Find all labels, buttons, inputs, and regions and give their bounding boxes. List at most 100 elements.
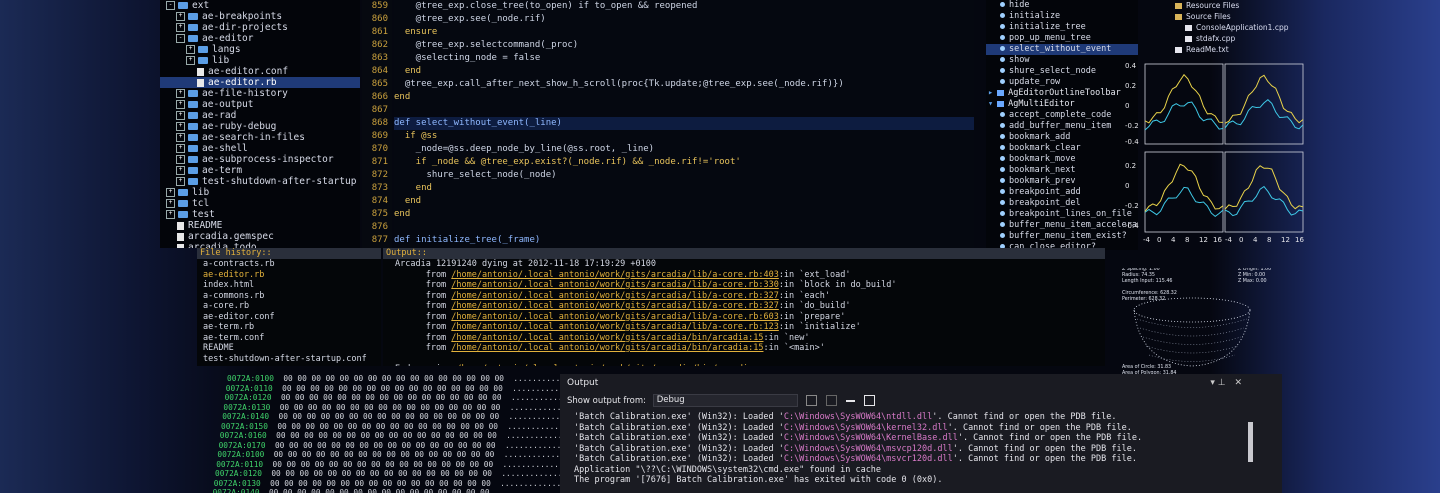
outline-item[interactable]: breakpoint_lines_on_file xyxy=(986,209,1138,220)
tree-item[interactable]: README xyxy=(160,220,360,231)
expand-toggle-icon[interactable]: + xyxy=(176,177,185,186)
file-history-item[interactable]: test-shutdown-after-startup.conf xyxy=(197,354,381,365)
outline-item[interactable]: buffer_menu_item_accelerator xyxy=(986,220,1138,231)
outline-item[interactable]: initialize xyxy=(986,11,1138,22)
code-line[interactable]: end xyxy=(394,65,974,78)
file-history-panel[interactable]: File history:: a-contracts.rb ae-editor.r… xyxy=(197,248,381,366)
outline-item[interactable]: ▾ AgMultiEditor xyxy=(986,99,1138,110)
find-icon[interactable] xyxy=(826,395,838,406)
tree-item[interactable]: + ae-term xyxy=(160,165,360,176)
expand-toggle-icon[interactable]: + xyxy=(176,122,185,131)
code-line[interactable]: _node=@ss.deep_node_by_line(@ss.root, _l… xyxy=(394,143,974,156)
code-line[interactable]: @tree_exp.call_after_next_show_h_scroll(… xyxy=(394,78,974,91)
outline-item[interactable]: bookmark_move xyxy=(986,154,1138,165)
file-history-item[interactable]: a-core.rb xyxy=(197,301,381,312)
close-icon[interactable]: ✕ xyxy=(1234,378,1242,388)
tree-item[interactable]: + lib xyxy=(160,55,360,66)
code-line[interactable]: shure_select_node(_node) xyxy=(394,169,974,182)
solution-item[interactable]: Source Files xyxy=(1165,11,1305,22)
outline-item[interactable]: ▸ AgEditorOutlineToolbar xyxy=(986,88,1138,99)
code-line[interactable]: end xyxy=(394,208,974,221)
solution-item[interactable]: ConsoleApplication1.cpp xyxy=(1165,22,1305,33)
code-line[interactable]: @tree_exp.close_tree(to_open) if to_open… xyxy=(394,0,974,13)
output-file-link[interactable]: /home/antonio/.local_antonio/work/gits/a… xyxy=(451,280,779,290)
output-file-link[interactable]: /home/antonio/.local_antonio/work/gits/a… xyxy=(451,322,779,332)
code-editor[interactable]: @tree_exp.close_tree(to_open) if to_open… xyxy=(394,0,974,248)
outline-item[interactable]: bookmark_add xyxy=(986,132,1138,143)
solution-item[interactable]: Resource Files xyxy=(1165,0,1305,11)
expand-toggle-icon[interactable]: - xyxy=(166,1,175,10)
tree-item[interactable]: + langs xyxy=(160,44,360,55)
expand-toggle-icon[interactable]: + xyxy=(176,144,185,153)
tree-item[interactable]: - ext xyxy=(160,0,360,11)
outline-item[interactable]: shure_select_node xyxy=(986,66,1138,77)
outline-item[interactable]: hide xyxy=(986,0,1138,11)
output-file-link[interactable]: /home/antonio/.local_antonio/work/gits/a… xyxy=(451,312,779,322)
outline-item[interactable]: breakpoint_add xyxy=(986,187,1138,198)
expand-toggle-icon[interactable]: + xyxy=(166,188,175,197)
outline-item[interactable]: breakpoint_del xyxy=(986,198,1138,209)
outline-item[interactable]: bookmark_next xyxy=(986,165,1138,176)
file-history-item[interactable]: README xyxy=(197,343,381,354)
outline-item[interactable]: buffer_menu_item_exist? xyxy=(986,231,1138,242)
expand-toggle-icon[interactable]: + xyxy=(176,111,185,120)
output-file-link[interactable]: /home/antonio/.local_antonio/work/gits/a… xyxy=(451,333,763,343)
expand-toggle-icon[interactable]: + xyxy=(176,155,185,164)
file-history-item[interactable]: index.html xyxy=(197,280,381,291)
clear-all-icon[interactable] xyxy=(806,395,818,406)
expand-toggle-icon[interactable]: + xyxy=(176,100,185,109)
vs-output-scrollbar[interactable] xyxy=(1248,422,1253,462)
tree-item[interactable]: arcadia.gemspec xyxy=(160,231,360,242)
tree-item[interactable]: + ae-breakpoints xyxy=(160,11,360,22)
output-file-link[interactable]: /home/antonio/.local_antonio/work/gits/a… xyxy=(451,301,779,311)
file-history-item[interactable]: ae-editor.conf xyxy=(197,312,381,323)
code-line[interactable]: @selecting_node = false xyxy=(394,52,974,65)
tree-item[interactable]: + ae-subprocess-inspector xyxy=(160,154,360,165)
outline-item[interactable]: show xyxy=(986,55,1138,66)
expand-toggle-icon[interactable]: + xyxy=(166,210,175,219)
expand-toggle-icon[interactable]: ▸ xyxy=(988,88,993,98)
project-tree-panel[interactable]: - ext + ae-breakpoints + ae-dir-projects - ae-e… xyxy=(160,0,360,248)
outline-item[interactable]: add_buffer_menu_item xyxy=(986,121,1138,132)
expand-toggle-icon[interactable]: - xyxy=(176,34,185,43)
outline-item[interactable]: pop_up_menu_tree xyxy=(986,33,1138,44)
tree-item[interactable]: + ae-rad xyxy=(160,110,360,121)
expand-toggle-icon[interactable]: + xyxy=(176,133,185,142)
expand-toggle-icon[interactable]: + xyxy=(176,23,185,32)
code-line[interactable] xyxy=(394,221,974,234)
output-file-link[interactable]: /home/antonio/.local_antonio/work/gits/a… xyxy=(451,270,779,280)
expand-toggle-icon[interactable]: + xyxy=(176,89,185,98)
tree-item[interactable]: + test xyxy=(160,209,360,220)
expand-toggle-icon[interactable]: ▾ xyxy=(988,99,993,109)
code-line[interactable]: def select_without_event(_line) xyxy=(394,117,974,130)
outline-item[interactable]: bookmark_clear xyxy=(986,143,1138,154)
tree-item[interactable]: + ae-shell xyxy=(160,143,360,154)
file-history-item[interactable]: a-contracts.rb xyxy=(197,259,381,270)
output-panel[interactable]: Output:: Arcadia 12191240 dying at 2012-… xyxy=(383,248,1105,366)
code-outline-panel[interactable]: hide initialize initialize_tree pop_up_menu… xyxy=(986,0,1138,250)
file-history-item[interactable]: ae-term.conf xyxy=(197,333,381,344)
solution-item[interactable]: stdafx.cpp xyxy=(1165,33,1305,44)
tree-item[interactable]: ae-editor.conf xyxy=(160,66,360,77)
tree-item[interactable]: + ae-ruby-debug xyxy=(160,121,360,132)
code-line[interactable]: if _node && @tree_exp.exist?(_node.rif) … xyxy=(394,156,974,169)
code-line[interactable] xyxy=(394,104,974,117)
tree-item[interactable]: + ae-search-in-files xyxy=(160,132,360,143)
expand-toggle-icon[interactable]: + xyxy=(176,12,185,21)
solution-item[interactable]: ReadMe.txt xyxy=(1165,44,1305,55)
code-line[interactable]: @tree_exp.see(_node.rif) xyxy=(394,13,974,26)
tree-item[interactable]: - ae-editor xyxy=(160,33,360,44)
output-file-link[interactable]: /home/antonio/.local_antonio/work/gits/a… xyxy=(451,343,763,353)
toggle-icon[interactable] xyxy=(863,395,875,406)
outline-item[interactable]: select_without_event xyxy=(986,44,1138,55)
tree-item[interactable]: + tcl xyxy=(160,198,360,209)
output-source-dropdown[interactable]: Debug xyxy=(652,394,798,407)
file-history-item[interactable]: a-commons.rb xyxy=(197,291,381,302)
code-line[interactable]: end xyxy=(394,91,974,104)
expand-toggle-icon[interactable]: + xyxy=(186,56,195,65)
outline-item[interactable]: accept_complete_code xyxy=(986,110,1138,121)
tree-item[interactable]: + ae-file-history xyxy=(160,88,360,99)
tree-item[interactable]: ae-editor.rb xyxy=(160,77,360,88)
solution-explorer[interactable]: Resource Files Source Files ConsoleApplica… xyxy=(1165,0,1305,56)
tree-item[interactable]: + ae-output xyxy=(160,99,360,110)
